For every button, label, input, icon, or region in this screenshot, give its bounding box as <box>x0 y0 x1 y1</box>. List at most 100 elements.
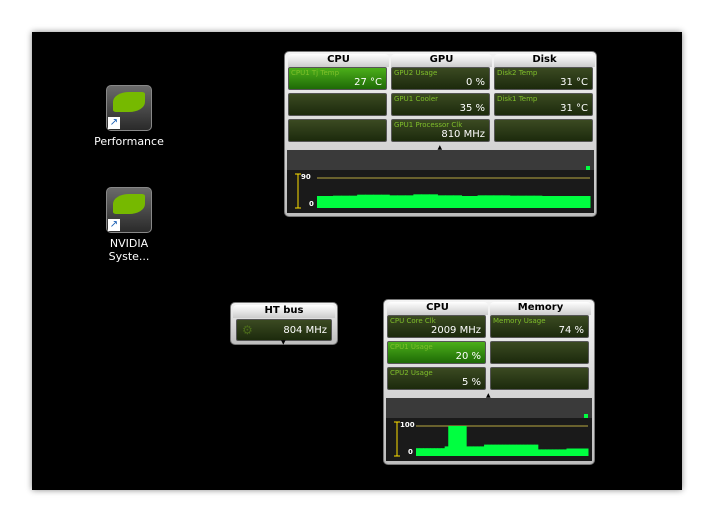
sensor-cell[interactable] <box>288 119 387 142</box>
sensor-cell[interactable]: GPU1 Processor Clk 810 MHz <box>391 119 490 142</box>
nvidia-performance-icon: ↗ <box>106 85 152 131</box>
graph-bar <box>552 449 557 456</box>
graph-bar <box>484 444 489 456</box>
graph-bar <box>549 196 559 208</box>
graph-bar <box>573 448 578 456</box>
graph-bar <box>509 444 514 456</box>
graph-bar <box>381 194 390 208</box>
sensor-value: 35 % <box>459 103 485 114</box>
ht-bus-widget[interactable]: HT bus ⚙ 804 MHz ▼ <box>230 302 338 346</box>
desktop-icon-nvidia-system[interactable]: ↗ NVIDIA Syste... <box>84 187 174 263</box>
sensor-cell[interactable]: Disk1 Temp 31 °C <box>494 93 593 116</box>
graph-bar <box>562 449 567 456</box>
sensor-cell[interactable] <box>490 341 589 364</box>
graph-bar <box>573 196 583 208</box>
sensor-cell[interactable]: GPU1 Cooler 35 % <box>391 93 490 116</box>
graph-bar <box>419 448 424 456</box>
graph-bar <box>530 444 535 456</box>
sensor-label: Disk2 Temp <box>497 69 538 77</box>
graph-bar <box>541 196 551 208</box>
graph-bar <box>476 446 481 456</box>
graph-bar <box>516 444 521 456</box>
graph-bar <box>581 196 591 208</box>
graph-bar <box>537 449 542 456</box>
graph-bar <box>469 196 479 208</box>
graph-bar <box>570 448 575 456</box>
graph-max-label: 100 <box>400 421 415 429</box>
desktop-icon-performance[interactable]: ↗ Performance <box>84 85 174 148</box>
graph-bar <box>559 449 564 456</box>
graph-bar <box>455 426 460 456</box>
graph-bar <box>413 194 422 208</box>
graph-bar <box>459 426 464 456</box>
sensor-label: Disk1 Temp <box>497 95 538 103</box>
graph-bar <box>451 426 456 456</box>
sensor-value: 2009 MHz <box>430 325 481 336</box>
expand-arrow-icon[interactable]: ▼ <box>281 339 286 346</box>
gpu-monitor-widget[interactable]: CPU GPU Disk CPU1 Tj Temp 27 °C GPU2 Usage 0 %… <box>284 51 597 217</box>
sensor-cell[interactable]: GPU2 Usage 0 % <box>391 67 490 90</box>
graph-bar <box>487 444 492 456</box>
column-header: CPU <box>387 302 488 315</box>
sensor-cell[interactable]: CPU Core Clk 2009 MHz <box>387 315 486 338</box>
graph-bar <box>545 449 550 456</box>
sensor-value: 810 MHz <box>441 129 485 140</box>
graph-bar <box>469 446 474 456</box>
nvidia-system-monitor-icon: ↗ <box>106 187 152 233</box>
graph-bar <box>548 449 553 456</box>
graph-bar <box>517 195 527 208</box>
graph-bar <box>433 448 438 456</box>
graph-bar <box>584 448 589 456</box>
sensor-value: 31 °C <box>560 103 588 114</box>
cpu-memory-monitor-widget[interactable]: CPU Memory CPU Core Clk 2009 MHz Memory Usag… <box>383 299 595 465</box>
graph-bar <box>533 195 543 208</box>
sensor-label: Memory Usage <box>493 317 546 325</box>
sensor-cell[interactable]: Memory Usage 74 % <box>490 315 589 338</box>
graph-min-label: 0 <box>309 200 314 208</box>
graph-bar <box>461 196 471 208</box>
sensor-value: 27 °C <box>354 77 382 88</box>
graph-bar <box>512 444 517 456</box>
graph-bar <box>421 194 430 208</box>
sensor-value: 31 °C <box>560 77 588 88</box>
graph-bar <box>541 449 546 456</box>
sensor-value: 20 % <box>455 351 481 362</box>
graph-bar <box>580 448 585 456</box>
sensor-cell[interactable]: CPU2 Usage 5 % <box>387 367 486 390</box>
sensor-cell[interactable] <box>494 119 593 142</box>
graph-bar <box>534 444 539 456</box>
sensor-label: CPU2 Usage <box>390 369 433 377</box>
graph-bar <box>437 448 442 456</box>
sensor-label: GPU1 Cooler <box>394 95 439 103</box>
graph-bar <box>349 195 358 208</box>
sensor-label: GPU2 Usage <box>394 69 438 77</box>
graph-bar <box>493 195 503 208</box>
graph-bar <box>462 426 467 456</box>
graph-bar <box>448 426 453 456</box>
graph-bar <box>473 446 478 456</box>
column-header: Memory <box>490 302 591 315</box>
sensor-cell[interactable]: CPU1 Usage 20 % <box>387 341 486 364</box>
graph-max-label: 90 <box>301 173 311 181</box>
graph-bar <box>491 444 496 456</box>
column-header: CPU <box>288 54 389 67</box>
graph-bar <box>501 195 511 208</box>
sensor-label: CPU1 Usage <box>390 343 433 351</box>
gear-icon: ⚙ <box>242 323 253 337</box>
graph-bar <box>577 448 582 456</box>
graph-bar <box>466 446 471 456</box>
sensor-cell[interactable]: CPU1 Tj Temp 27 °C <box>288 67 387 90</box>
sensor-value: 5 % <box>461 377 481 388</box>
graph-bar <box>566 448 571 456</box>
graph-bar <box>445 195 454 208</box>
graph-legend-marker <box>584 414 588 418</box>
sensor-cell[interactable]: Disk2 Temp 31 °C <box>494 67 593 90</box>
graph-bar <box>519 444 524 456</box>
sensor-cell[interactable] <box>288 93 387 116</box>
graph-min-label: 0 <box>408 448 413 456</box>
graph-bar <box>502 444 507 456</box>
ht-bus-title: HT bus <box>233 305 335 318</box>
graph-bar <box>365 194 374 208</box>
sensor-label: GPU1 Processor Clk <box>394 121 463 129</box>
sensor-cell[interactable] <box>490 367 589 390</box>
